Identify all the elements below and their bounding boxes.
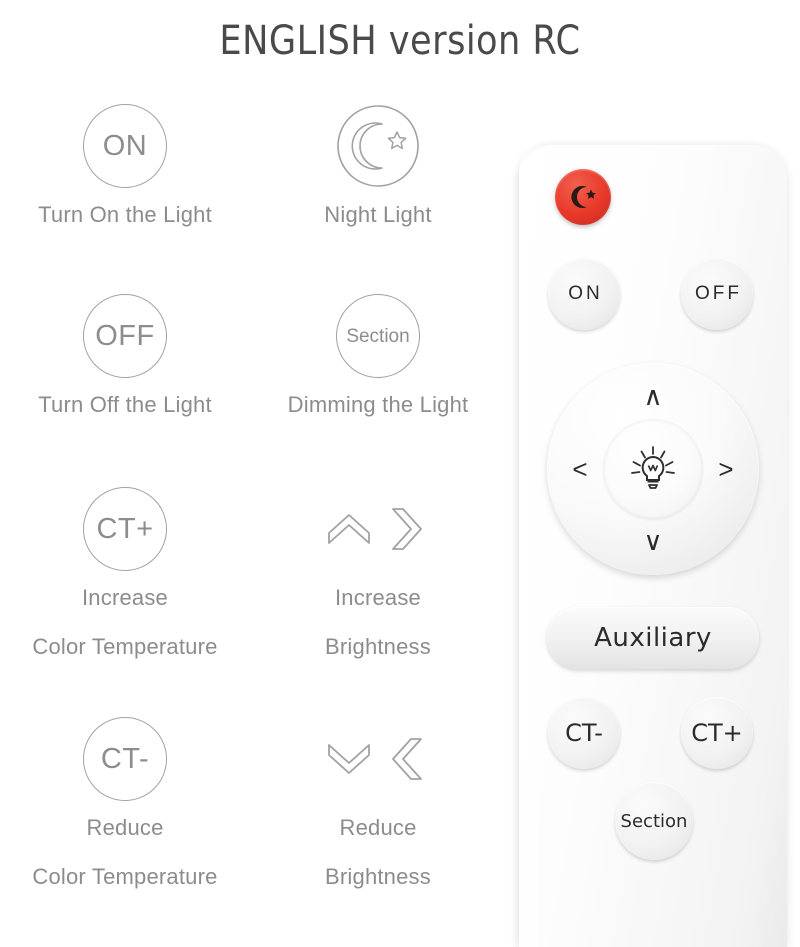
legend-label-reduce-ct: Reduce Color Temperature — [0, 811, 250, 893]
night-light-button[interactable] — [555, 169, 611, 225]
moon-star-icon — [571, 186, 596, 208]
ct-plus-circle-icon: CT+ — [83, 487, 167, 571]
dpad-left-button[interactable]: < — [565, 454, 595, 484]
legend-icon-wrap: Section — [253, 290, 503, 382]
legend-icon-wrap: ON — [0, 100, 250, 192]
ct-minus-button-label: CT- — [565, 719, 603, 747]
legend-label-line1: Turn Off the Light — [38, 392, 212, 417]
legend-icon-wrap — [253, 100, 503, 192]
legend-item-increase-ct: CT+ Increase Color Temperature — [0, 483, 250, 663]
off-button-label: OFF — [695, 283, 742, 304]
legend-label-line1: Reduce — [339, 815, 417, 840]
dpad-center-button[interactable] — [603, 419, 703, 519]
dpad-down-button[interactable]: ∨ — [633, 526, 673, 556]
reduce-brightness-chevrons-icon — [323, 733, 433, 785]
ct-plus-button-label: CT+ — [691, 719, 743, 747]
chevron-down-outline-icon — [328, 744, 370, 774]
light-bulb-icon — [631, 446, 675, 489]
legend-label-reduce-brightness: Reduce Brightness — [253, 811, 503, 893]
legend-icon-wrap — [253, 483, 503, 575]
section-button[interactable]: Section — [615, 782, 693, 860]
legend-label-night-light: Night Light — [253, 198, 503, 231]
increase-brightness-chevrons-icon — [323, 503, 433, 555]
auxiliary-button-label: Auxiliary — [594, 623, 712, 653]
legend-label-increase-ct: Increase Color Temperature — [0, 581, 250, 663]
ct-minus-circle-icon-text: CT- — [100, 742, 150, 775]
legend-item-increase-brightness: Increase Brightness — [253, 483, 503, 663]
chevron-right-outline-icon — [392, 508, 422, 550]
legend-icon-wrap: CT- — [0, 713, 250, 805]
legend-label-line2: Color Temperature — [32, 634, 218, 659]
dpad-up-button[interactable]: ∧ — [633, 381, 673, 411]
legend-label-turn-on: Turn On the Light — [0, 198, 250, 231]
legend-label-line1: Dimming the Light — [287, 392, 469, 417]
legend-label-line1: Night Light — [324, 202, 432, 227]
legend-label-line1: Increase — [82, 585, 168, 610]
legend-item-reduce-brightness: Reduce Brightness — [253, 713, 503, 893]
off-circle-icon-text: OFF — [95, 319, 155, 352]
night-light-circle-icon — [337, 105, 419, 187]
ct-plus-circle-icon-text: CT+ — [96, 512, 154, 545]
legend-item-dimming: Section Dimming the Light — [253, 290, 503, 421]
chevron-up-outline-icon — [328, 514, 370, 544]
legend-label-line2: Brightness — [325, 634, 431, 659]
chevron-left-outline-icon — [392, 738, 422, 780]
legend-item-turn-on: ON Turn On the Light — [0, 100, 250, 231]
legend-label-line2: Color Temperature — [32, 864, 218, 889]
legend-label-increase-brightness: Increase Brightness — [253, 581, 503, 663]
legend-label-dimming: Dimming the Light — [253, 388, 503, 421]
legend-icon-wrap: OFF — [0, 290, 250, 382]
legend-icon-wrap: CT+ — [0, 483, 250, 575]
legend-item-reduce-ct: CT- Reduce Color Temperature — [0, 713, 250, 893]
legend-item-night-light: Night Light — [253, 100, 503, 231]
page-title: ENGLISH version RC — [219, 18, 581, 64]
legend-grid: ON Turn On the Light Night Light OFF Tur… — [0, 100, 505, 930]
dpad-ring[interactable]: ∧ ∨ < > — [547, 363, 759, 575]
ct-minus-circle-icon: CT- — [83, 717, 167, 801]
on-button-label: ON — [568, 283, 603, 304]
legend-icon-wrap — [253, 713, 503, 805]
legend-label-line1: Reduce — [86, 815, 164, 840]
on-button[interactable]: ON — [548, 258, 620, 330]
on-circle-icon-text: ON — [102, 129, 148, 162]
ct-plus-button[interactable]: CT+ — [681, 697, 753, 769]
ct-minus-button[interactable]: CT- — [548, 697, 620, 769]
on-circle-icon: ON — [83, 104, 167, 188]
legend-item-turn-off: OFF Turn Off the Light — [0, 290, 250, 421]
dpad-right-button[interactable]: > — [711, 454, 741, 484]
off-circle-icon: OFF — [83, 294, 167, 378]
legend-label-turn-off: Turn Off the Light — [0, 388, 250, 421]
section-circle-icon-text: Section — [346, 325, 410, 347]
section-button-label: Section — [620, 810, 688, 832]
legend-label-line2: Brightness — [325, 864, 431, 889]
section-circle-icon: Section — [336, 294, 420, 378]
auxiliary-button[interactable]: Auxiliary — [547, 607, 759, 669]
remote-control-body: ON OFF ∧ ∨ < > Auxiliary CT- CT+ Section — [519, 145, 787, 947]
legend-label-line1: Turn On the Light — [38, 202, 212, 227]
legend-label-line1: Increase — [335, 585, 421, 610]
off-button[interactable]: OFF — [681, 258, 753, 330]
